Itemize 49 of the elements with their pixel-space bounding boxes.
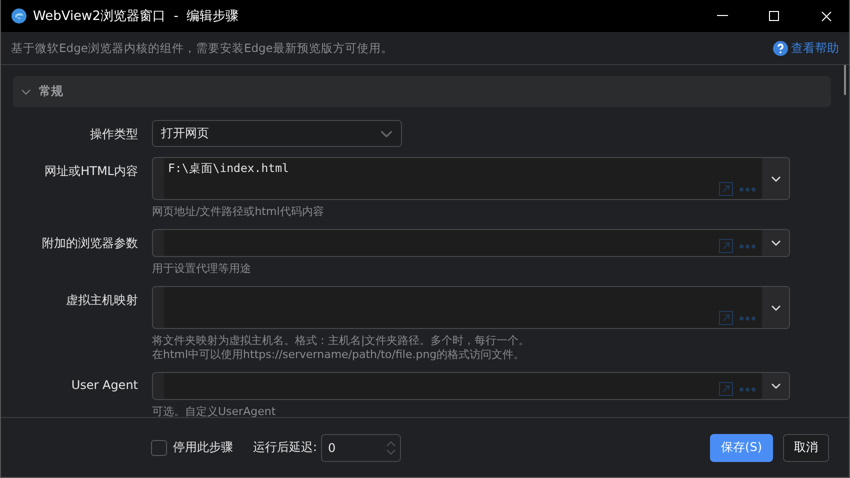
expand-icon[interactable]	[719, 382, 733, 396]
cancel-button[interactable]: 取消	[783, 434, 829, 462]
help-icon	[773, 40, 788, 56]
more-icon[interactable]	[739, 386, 756, 392]
field-label: 虚拟主机映射	[65, 292, 138, 309]
text-field[interactable]	[152, 229, 790, 257]
more-icon[interactable]	[739, 186, 756, 192]
expand-icon[interactable]	[719, 182, 733, 196]
delay-spinbox[interactable]: 0	[321, 434, 402, 462]
browser-logo-icon	[11, 8, 27, 24]
chevron-down-icon	[380, 130, 393, 138]
expand-icon[interactable]	[719, 311, 733, 325]
hint-text: 可选。自定义UserAgent	[152, 405, 277, 417]
delay-label: 运行后延迟:	[253, 439, 318, 456]
chevron-down-icon	[770, 240, 780, 246]
dropdown-button[interactable]	[762, 158, 789, 199]
field-label: 操作类型	[89, 126, 138, 143]
spinner-arrows-icon[interactable]	[386, 440, 396, 456]
minimize-icon	[716, 15, 728, 17]
close-icon	[820, 10, 832, 22]
text-field[interactable]: F:\桌面\index.html	[152, 157, 790, 200]
field-label: User Agent	[70, 377, 138, 394]
chevron-down-icon	[21, 86, 31, 96]
help-link[interactable]: 查看帮助	[773, 40, 839, 56]
info-text: 基于微软Edge浏览器内核的组件，需要安装Edge最新预览版方可使用。	[11, 40, 394, 56]
maximize-icon	[769, 11, 779, 21]
checkbox-label: 停用此步骤	[173, 439, 233, 456]
hint-text: 在html中可以使用https://servername/path/to/file.png的格式访问文件。	[152, 348, 526, 362]
checkbox[interactable]	[151, 440, 167, 456]
chevron-down-icon	[770, 383, 780, 389]
field-label: 附加的浏览器参数	[41, 235, 138, 252]
more-icon[interactable]	[739, 316, 756, 320]
operation-type-select[interactable]: 打开网页	[152, 120, 402, 147]
dropdown-button[interactable]	[762, 373, 789, 399]
hint-text: 网页地址/文件路径或html代码内容	[152, 205, 325, 219]
field-label: 网址或HTML内容	[44, 163, 138, 180]
text-field[interactable]	[152, 286, 790, 329]
section-header[interactable]: 常规	[13, 76, 831, 107]
chevron-down-icon	[770, 176, 780, 182]
chevron-down-icon	[770, 304, 780, 310]
scrollbar-thumb[interactable]	[844, 65, 846, 95]
text-field[interactable]	[152, 372, 790, 400]
more-icon[interactable]	[739, 244, 756, 248]
dropdown-button[interactable]	[762, 230, 789, 256]
expand-icon[interactable]	[719, 239, 733, 253]
dropdown-button[interactable]	[762, 287, 789, 328]
hint-text: 用于设置代理等用途	[152, 262, 252, 276]
window-title: WebView2浏览器窗口 - 编辑步骤	[33, 8, 240, 25]
hint-text: 将文件夹映射为虚拟主机名。格式：主机名|文件夹路径。多个时，每行一个。	[152, 334, 531, 348]
